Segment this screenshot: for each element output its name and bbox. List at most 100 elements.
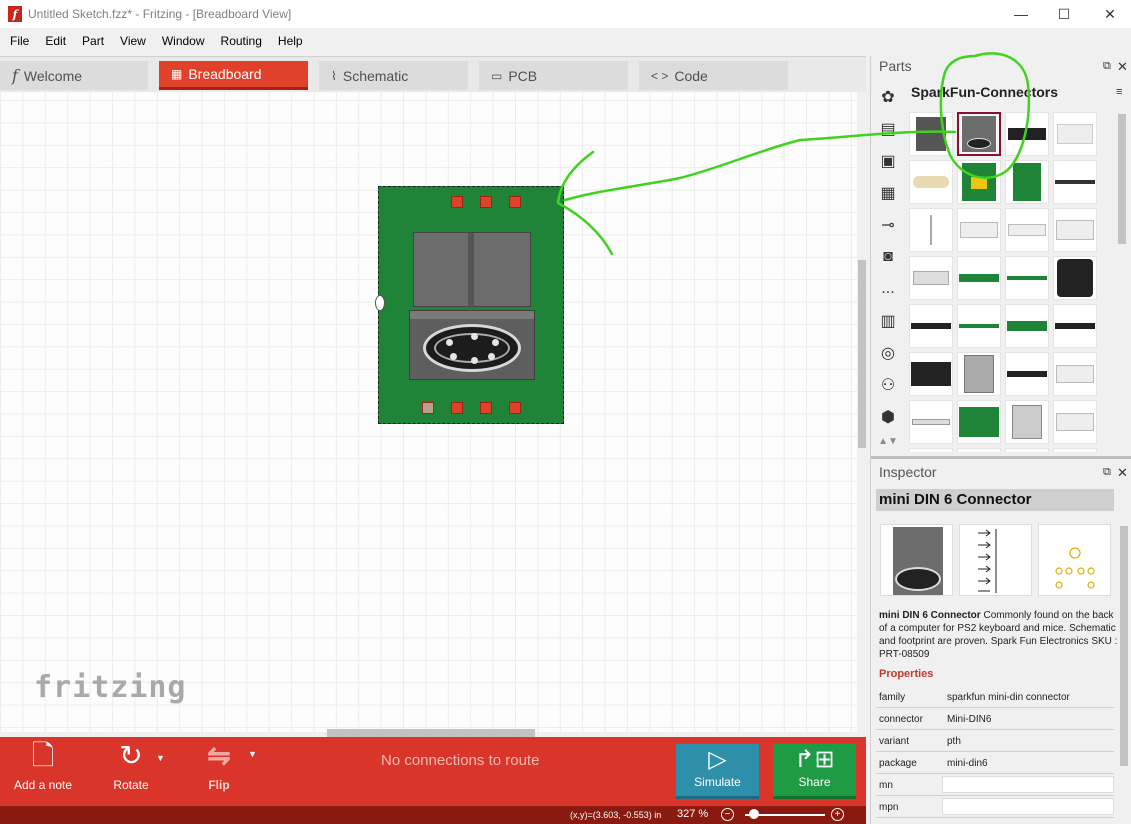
part-thumbnail[interactable] [957, 160, 1001, 204]
more-icon[interactable]: ... [876, 278, 900, 300]
part-thumbnail[interactable] [1053, 352, 1097, 396]
add-note-button[interactable]: 🗋 Add a note [12, 737, 74, 806]
property-value[interactable]: pth [947, 736, 961, 747]
mini-din6-connector-part[interactable] [375, 186, 564, 424]
part-thumbnail[interactable] [1053, 256, 1097, 300]
scrollbar-thumb[interactable] [858, 260, 866, 448]
rotate-button[interactable]: ↻ Rotate [108, 737, 154, 806]
connector-pad[interactable] [509, 402, 521, 414]
bin-menu-icon[interactable]: ≡ [1116, 86, 1122, 98]
rotate-dropdown-icon[interactable]: ▼ [156, 753, 165, 763]
parts-scrollbar[interactable] [1118, 114, 1126, 244]
connector-pad[interactable] [451, 402, 463, 414]
part-thumbnail[interactable] [1053, 208, 1097, 252]
part-thumbnail[interactable] [1053, 304, 1097, 348]
part-thumbnail[interactable] [909, 256, 953, 300]
tab-code[interactable]: < > Code [639, 61, 788, 90]
battery-icon[interactable]: ⚇ [876, 374, 900, 396]
part-thumbnail[interactable] [1005, 112, 1049, 156]
part-thumbnail[interactable] [1005, 208, 1049, 252]
menu-view[interactable]: View [112, 28, 154, 54]
tab-schematic[interactable]: ⌇ Schematic [319, 61, 468, 90]
minimize-button[interactable]: — [998, 0, 1044, 28]
button-icon[interactable]: ◙ [876, 246, 900, 268]
share-button[interactable]: ↱⊞ Share [773, 744, 856, 799]
zoom-slider-handle[interactable] [749, 809, 759, 819]
part-thumbnail[interactable] [909, 208, 953, 252]
canvas-horizontal-scrollbar[interactable] [0, 727, 857, 737]
part-thumbnail[interactable] [909, 448, 953, 452]
part-thumbnail[interactable] [1005, 256, 1049, 300]
antenna-icon[interactable]: ◎ [876, 342, 900, 364]
connector-pad[interactable] [480, 402, 492, 414]
part-thumbnail[interactable] [909, 400, 953, 444]
menu-file[interactable]: File [2, 28, 37, 54]
flip-button[interactable]: ⇋ Flip [198, 737, 240, 806]
inspector-panel-title: Inspector [879, 464, 937, 480]
part-thumbnail[interactable] [1005, 304, 1049, 348]
resistor-icon[interactable]: ⊸ [876, 214, 900, 236]
scrollbar-thumb[interactable] [327, 729, 535, 737]
menu-edit[interactable]: Edit [37, 28, 74, 54]
microcontroller-icon[interactable]: ▥ [876, 310, 900, 332]
zoom-out-icon[interactable]: − [721, 808, 734, 821]
connector-pad[interactable] [422, 402, 434, 414]
close-panel-icon[interactable]: ✕ [1117, 465, 1128, 481]
part-thumbnail[interactable] [957, 448, 1001, 452]
close-button[interactable]: ✕ [1087, 0, 1131, 28]
property-key: family [879, 692, 906, 703]
breadboard-canvas[interactable] [0, 92, 857, 732]
menu-help[interactable]: Help [270, 28, 311, 54]
part-thumbnail[interactable] [957, 256, 1001, 300]
part-thumbnail[interactable] [1053, 400, 1097, 444]
hexagon-icon[interactable]: ⬢ [876, 406, 900, 428]
part-thumbnail[interactable] [957, 352, 1001, 396]
part-thumbnail[interactable] [1005, 448, 1049, 452]
tab-breadboard[interactable]: ▦ Breadboard [159, 61, 308, 90]
mpn-input[interactable] [942, 798, 1114, 815]
float-panel-icon[interactable]: ⧉ [1103, 60, 1111, 73]
part-thumbnail[interactable] [1053, 160, 1097, 204]
close-panel-icon[interactable]: ✕ [1117, 59, 1128, 75]
part-thumbnail[interactable] [909, 160, 953, 204]
float-panel-icon[interactable]: ⧉ [1103, 466, 1111, 479]
note-icon: 🗋 [31, 740, 55, 771]
part-thumbnail[interactable] [957, 304, 1001, 348]
part-thumbnail[interactable] [1005, 352, 1049, 396]
zoom-in-icon[interactable]: + [831, 808, 844, 821]
inspector-scrollbar[interactable] [1120, 526, 1128, 766]
canvas-vertical-scrollbar[interactable] [857, 92, 867, 732]
part-thumbnail[interactable] [1053, 448, 1097, 452]
core-parts-flower-icon[interactable]: ✿ [876, 86, 900, 108]
breadboard-icon: ▦ [171, 67, 183, 81]
part-thumbnail[interactable] [909, 352, 953, 396]
menu-part[interactable]: Part [74, 28, 112, 54]
bin-scroll-arrows-icon[interactable]: ▲▼ [876, 430, 900, 452]
connector-pad[interactable] [451, 196, 463, 208]
part-thumbnail[interactable] [909, 304, 953, 348]
part-thumbnail[interactable] [957, 400, 1001, 444]
connector-pad[interactable] [480, 196, 492, 208]
menu-routing[interactable]: Routing [213, 28, 270, 54]
panel-splitter[interactable] [871, 456, 1131, 459]
property-value[interactable]: mini-din6 [947, 758, 988, 769]
tab-pcb[interactable]: ▭ PCB [479, 61, 628, 90]
part-thumbnail[interactable] [1005, 160, 1049, 204]
tab-welcome[interactable]: f Welcome [0, 61, 148, 90]
part-thumbnail[interactable] [1005, 400, 1049, 444]
simulate-button[interactable]: ▷ Simulate [676, 744, 759, 799]
connector-bin-icon[interactable]: ▣ [876, 150, 900, 172]
menu-window[interactable]: Window [154, 28, 213, 54]
connector-pad[interactable] [509, 196, 521, 208]
flip-dropdown-icon[interactable]: ▼ [248, 749, 257, 759]
mn-input[interactable] [942, 776, 1114, 793]
property-value[interactable]: sparkfun mini-din connector [947, 692, 1070, 703]
part-thumbnail-mini-din6[interactable] [957, 112, 1001, 156]
property-value[interactable]: Mini-DIN6 [947, 714, 991, 725]
part-thumbnail[interactable] [1053, 112, 1097, 156]
ic-icon[interactable]: ▦ [876, 182, 900, 204]
chip-icon[interactable]: ▤ [876, 118, 900, 140]
maximize-button[interactable]: ☐ [1041, 0, 1087, 28]
part-thumbnail[interactable] [957, 208, 1001, 252]
part-thumbnail[interactable] [909, 112, 953, 156]
